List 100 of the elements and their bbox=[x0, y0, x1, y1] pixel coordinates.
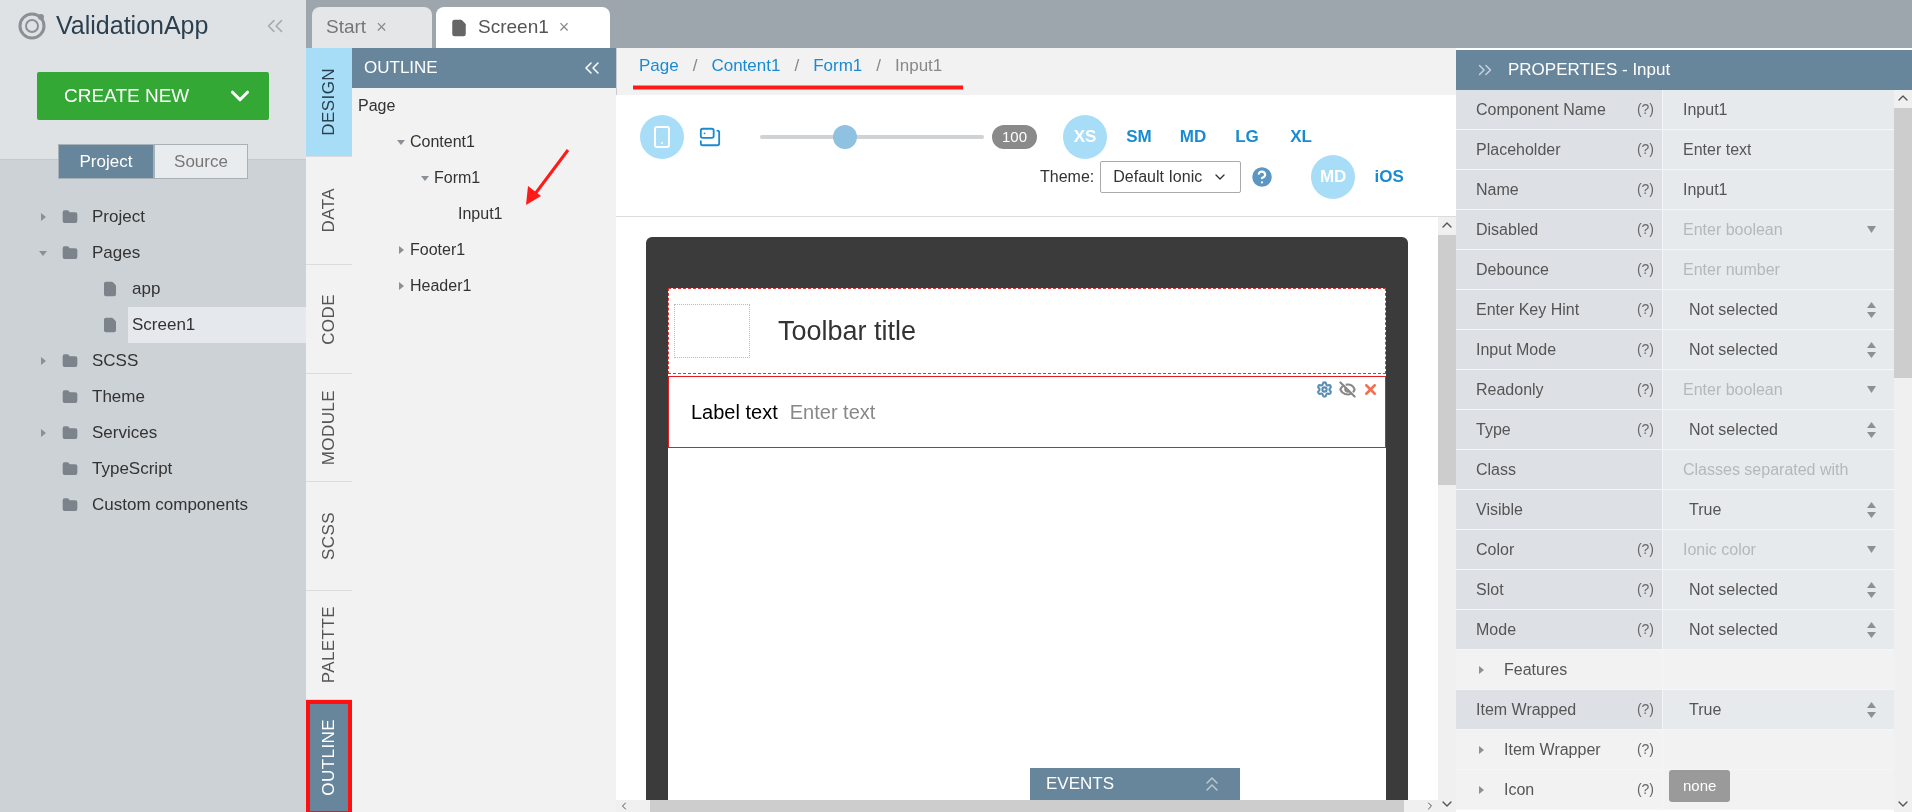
tree-item[interactable]: Custom components bbox=[88, 487, 252, 523]
help-link[interactable]: (?) bbox=[1636, 99, 1654, 120]
expander-icon[interactable] bbox=[38, 428, 48, 438]
outline-item[interactable]: Form1 bbox=[434, 166, 481, 190]
expander-icon[interactable] bbox=[396, 245, 406, 255]
expander-icon[interactable] bbox=[396, 281, 406, 291]
sort-arrows-icon bbox=[1867, 621, 1876, 638]
horizontal-scrollbar[interactable] bbox=[650, 800, 1404, 812]
panel-title: PROPERTIES - Input bbox=[1508, 59, 1671, 82]
property-field[interactable]: Input1 bbox=[1663, 90, 1894, 129]
help-link[interactable]: (?) bbox=[1636, 779, 1654, 800]
tree-item[interactable]: TypeScript bbox=[88, 451, 177, 487]
help-link[interactable]: (?) bbox=[1636, 299, 1654, 320]
outline-item[interactable]: Footer1 bbox=[410, 238, 466, 262]
property-label: Mode bbox=[1476, 619, 1518, 640]
help-link[interactable]: (?) bbox=[1636, 219, 1654, 240]
expander-icon[interactable] bbox=[1476, 744, 1486, 755]
input-field[interactable]: Enter text bbox=[789, 397, 1363, 427]
property-label: Component Name bbox=[1476, 99, 1607, 120]
close-tab-button[interactable]: × bbox=[558, 14, 570, 41]
hide-icon[interactable] bbox=[1339, 381, 1356, 398]
tree-item[interactable]: Pages bbox=[88, 235, 145, 271]
property-field[interactable]: Not selected bbox=[1663, 570, 1894, 609]
editor-tab[interactable]: Screen1 × bbox=[436, 7, 610, 48]
help-link[interactable]: (?) bbox=[1636, 419, 1654, 440]
settings-icon[interactable] bbox=[1316, 381, 1333, 398]
folder-icon bbox=[62, 497, 78, 513]
side-tab[interactable]: DESIGN bbox=[306, 48, 352, 157]
help-link[interactable]: (?) bbox=[1636, 259, 1654, 280]
help-link[interactable]: (?) bbox=[1636, 339, 1654, 360]
help-link[interactable]: (?) bbox=[1636, 379, 1654, 400]
tree-item[interactable]: Theme bbox=[88, 379, 149, 415]
help-link[interactable]: (?) bbox=[1636, 179, 1654, 200]
help-link[interactable]: (?) bbox=[1636, 699, 1654, 720]
editor-tab[interactable]: Start × bbox=[312, 7, 432, 48]
zoom-slider[interactable] bbox=[760, 125, 984, 149]
vertical-scrollbar[interactable] bbox=[1438, 235, 1456, 485]
property-field[interactable]: Not selected bbox=[1663, 410, 1894, 449]
property-field[interactable]: Not selected bbox=[1663, 330, 1894, 369]
help-link[interactable]: (?) bbox=[1636, 619, 1654, 640]
property-label: Item Wrapper bbox=[1504, 739, 1602, 760]
expander-icon[interactable] bbox=[38, 212, 48, 222]
property-label: Disabled bbox=[1476, 219, 1540, 240]
vertical-scrollbar[interactable] bbox=[1894, 108, 1912, 378]
property-field[interactable]: True bbox=[1663, 490, 1894, 529]
panel-title: OUTLINE bbox=[364, 57, 438, 80]
close-icon[interactable] bbox=[1362, 381, 1379, 398]
property-field[interactable]: Not selected bbox=[1663, 290, 1894, 329]
logo-icon bbox=[18, 12, 46, 40]
tree-item[interactable]: Services bbox=[88, 415, 162, 451]
side-tab[interactable]: OUTLINE bbox=[306, 699, 352, 812]
outline-item[interactable]: Page bbox=[358, 94, 396, 118]
file-icon bbox=[102, 281, 118, 297]
tree-item[interactable]: Screen1 bbox=[128, 307, 306, 343]
theme-label: Theme: bbox=[1040, 167, 1095, 187]
outline-item[interactable]: Content1 bbox=[410, 130, 475, 154]
device-toggle[interactable] bbox=[640, 115, 684, 159]
help-link[interactable]: (?) bbox=[1636, 139, 1654, 160]
close-tab-button[interactable]: × bbox=[376, 14, 387, 41]
slider-thumb[interactable] bbox=[833, 125, 858, 149]
help-link[interactable]: (?) bbox=[1636, 739, 1654, 760]
expander-icon[interactable] bbox=[1476, 664, 1486, 675]
breadcrumb-separator: / bbox=[794, 55, 800, 78]
property-label: Name bbox=[1476, 179, 1520, 200]
events-title: EVENTS bbox=[1046, 773, 1115, 796]
sort-arrows-icon bbox=[1867, 301, 1876, 318]
breadcrumb-separator: / bbox=[876, 55, 882, 78]
tree-item[interactable]: Project bbox=[88, 199, 149, 235]
help-link[interactable]: (?) bbox=[1636, 579, 1654, 600]
breadcrumb-link[interactable]: Form1 bbox=[813, 53, 863, 79]
create-new-button[interactable]: CREATE NEW bbox=[37, 72, 269, 120]
breakpoint-button[interactable]: SM bbox=[1117, 115, 1162, 159]
icon-button[interactable]: none bbox=[1669, 770, 1731, 802]
property-field[interactable]: Input1 bbox=[1663, 170, 1894, 209]
property-field[interactable]: Enter text bbox=[1663, 130, 1894, 169]
expander-icon[interactable] bbox=[38, 356, 48, 366]
outline-item[interactable]: Header1 bbox=[410, 274, 472, 298]
segment-tab[interactable]: Source bbox=[154, 144, 248, 179]
tree-item[interactable]: app bbox=[128, 271, 165, 307]
expander-icon[interactable] bbox=[38, 248, 48, 258]
mode-button[interactable]: iOS bbox=[1367, 155, 1412, 199]
property-field[interactable]: Not selected bbox=[1663, 610, 1894, 649]
theme-select[interactable]: Default Ionic bbox=[1100, 161, 1242, 193]
outline-item[interactable]: Input1 bbox=[458, 202, 503, 226]
breakpoint-button[interactable]: MD bbox=[1171, 115, 1216, 159]
toolbar-component[interactable]: Toolbar title bbox=[668, 288, 1386, 374]
breadcrumb-link[interactable]: Content1 bbox=[711, 53, 781, 79]
breadcrumb-link[interactable]: Page bbox=[639, 53, 679, 79]
events-panel[interactable]: EVENTS bbox=[1030, 768, 1240, 800]
property-label: Icon bbox=[1504, 779, 1536, 800]
property-label: Item Wrapped bbox=[1476, 699, 1578, 720]
input-item[interactable]: Label text Enter text bbox=[668, 376, 1386, 448]
breakpoint-button[interactable]: LG bbox=[1225, 115, 1270, 159]
property-field[interactable]: True bbox=[1663, 690, 1894, 729]
segment-tab[interactable]: Project bbox=[58, 144, 154, 179]
expander-icon[interactable] bbox=[1476, 784, 1486, 795]
help-link[interactable]: (?) bbox=[1636, 539, 1654, 560]
expander-icon[interactable] bbox=[396, 137, 406, 147]
expander-icon[interactable] bbox=[420, 173, 430, 183]
tree-item[interactable]: SCSS bbox=[88, 343, 143, 379]
